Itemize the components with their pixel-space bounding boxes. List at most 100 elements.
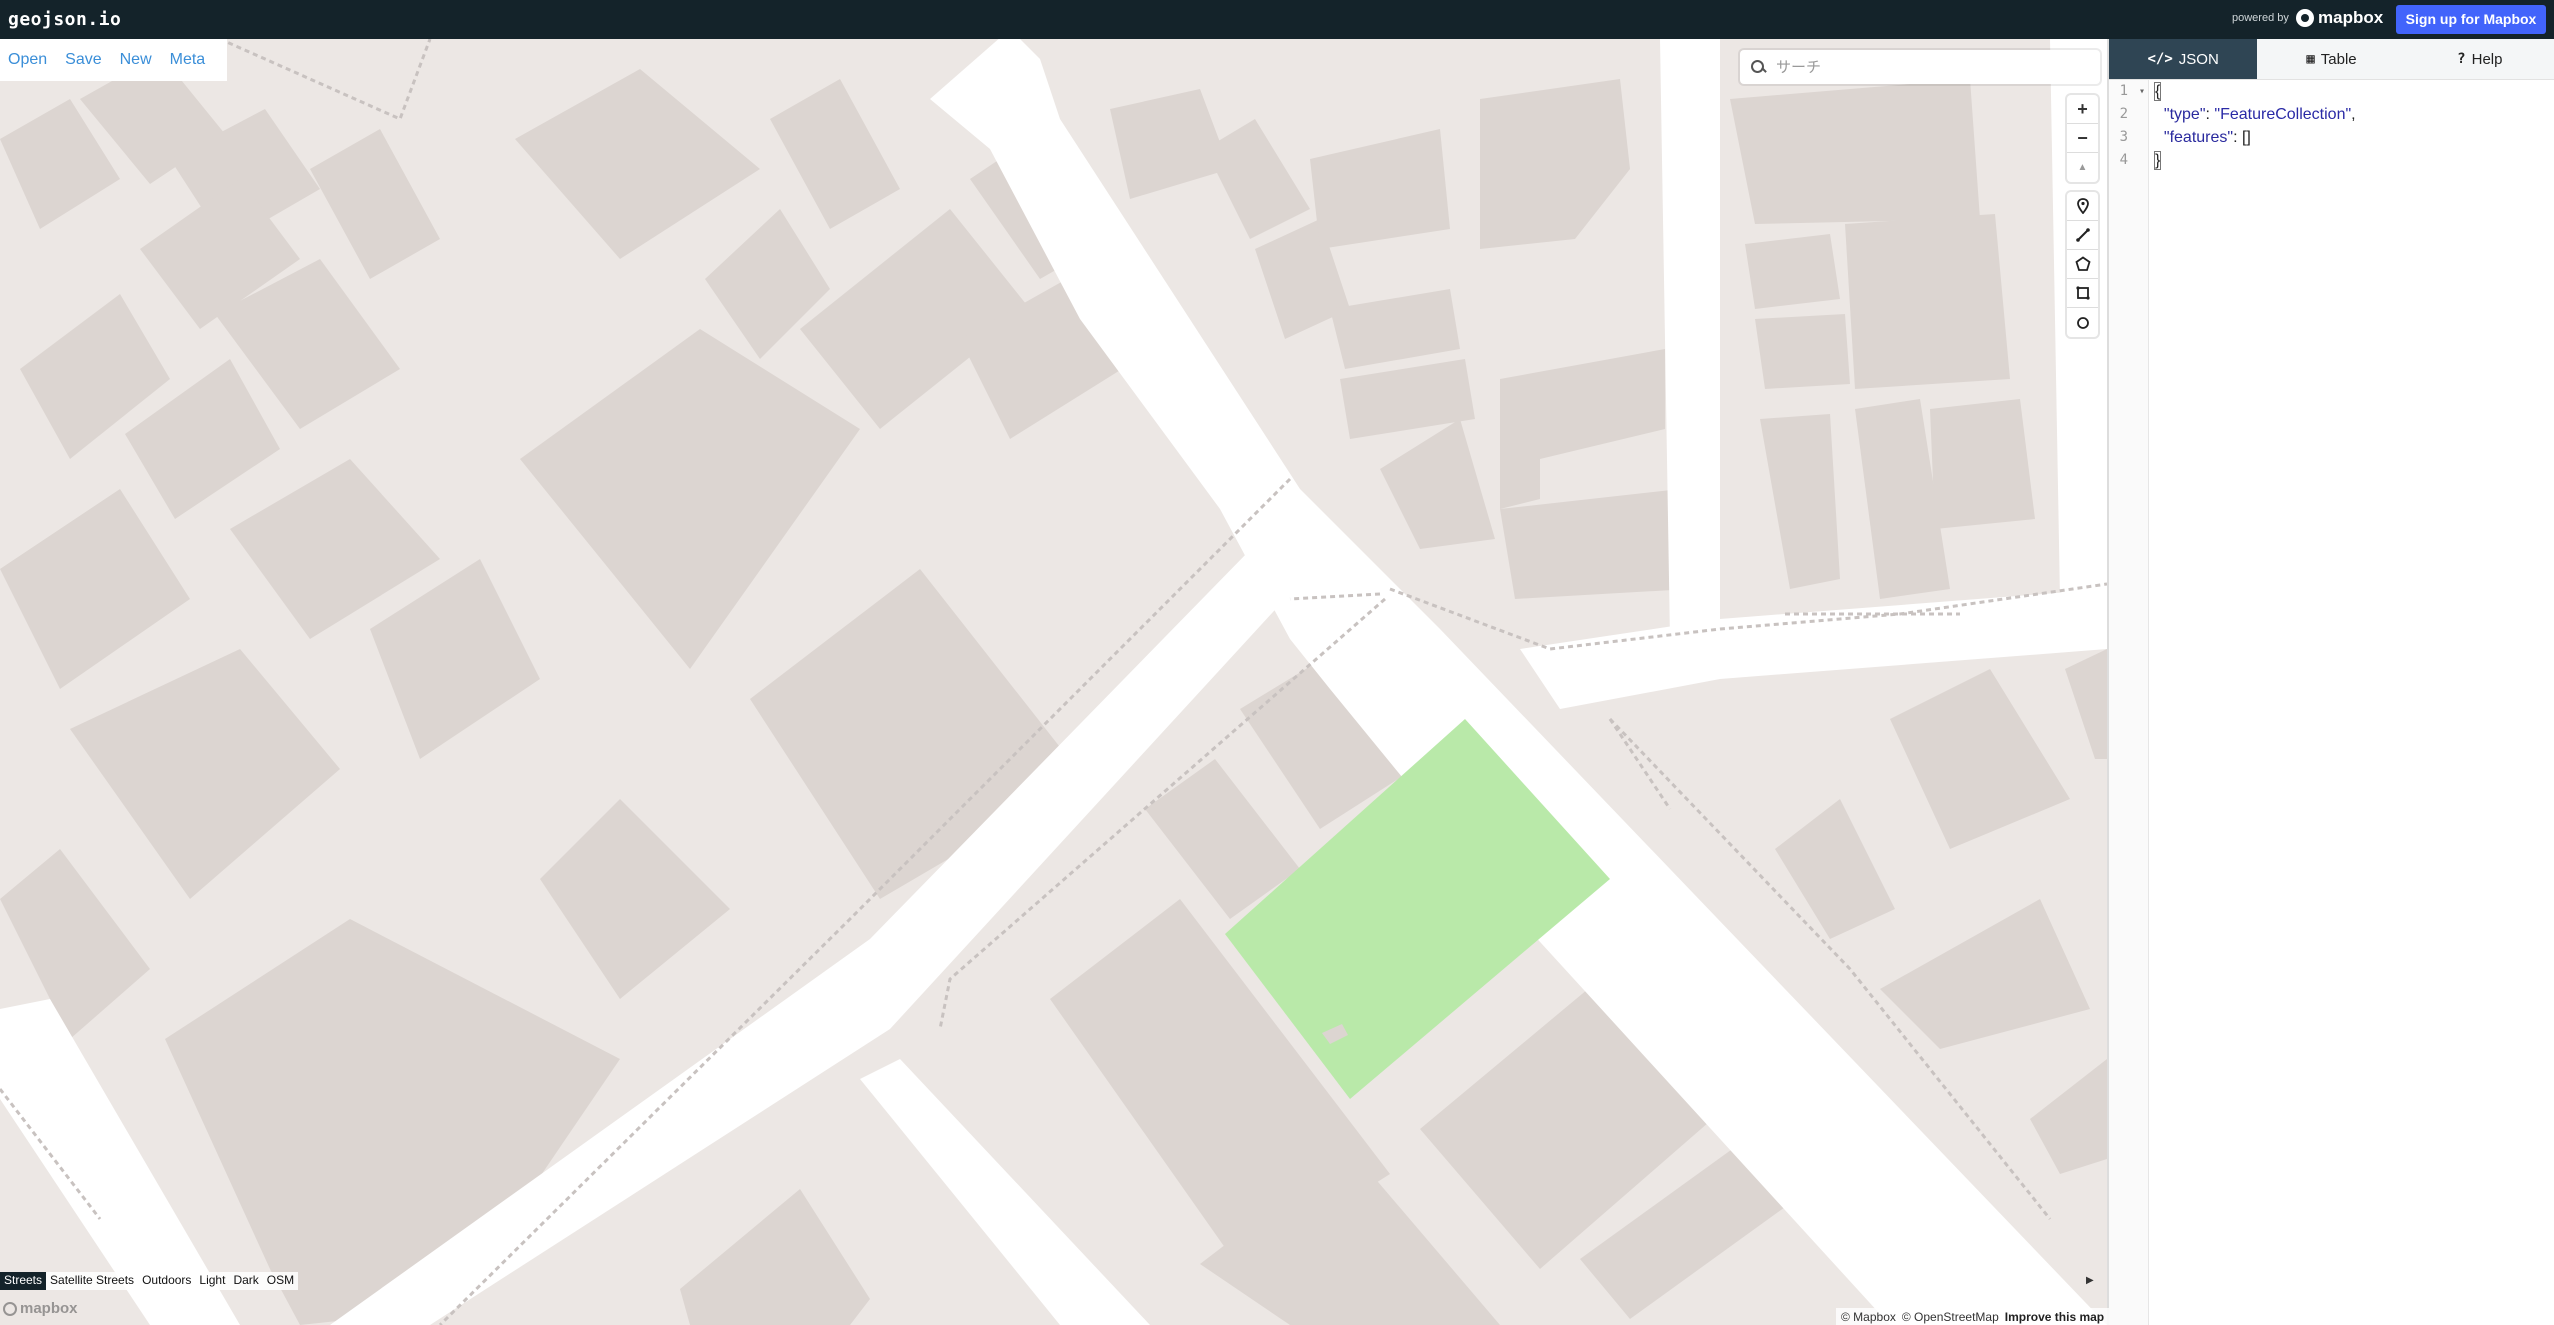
building	[515, 69, 760, 259]
json-editor[interactable]: 1 ▾ 2 3 4 { "type": "FeatureCollection", …	[2109, 80, 2554, 1325]
search-input[interactable]	[1776, 58, 2076, 76]
building	[520, 329, 860, 669]
draw-marker-button[interactable]	[2067, 192, 2098, 221]
line-number: 1 ▾	[2109, 80, 2148, 103]
draw-rectangle-button[interactable]	[2067, 279, 2098, 308]
building	[1205, 119, 1310, 239]
footpath	[1608, 718, 1672, 810]
help-icon: ?	[2457, 51, 2466, 67]
tab-help[interactable]: ? Help	[2406, 39, 2554, 79]
building	[1930, 399, 2035, 529]
mapbox-brand-label: mapbox	[2318, 8, 2384, 27]
building	[1775, 799, 1895, 939]
line-number: 4	[2119, 152, 2128, 168]
app-logo[interactable]: geojson.io	[8, 9, 121, 30]
code-line: "features": []	[2163, 129, 2251, 146]
tab-table-label: Table	[2320, 50, 2357, 68]
building	[1380, 419, 1495, 549]
circle-icon	[2076, 316, 2089, 329]
attribution-osm[interactable]: © OpenStreetMap	[1902, 1310, 1999, 1324]
building	[0, 489, 190, 689]
building	[1760, 414, 1840, 589]
file-menu: Open Save New Meta	[0, 39, 228, 81]
style-outdoors[interactable]: Outdoors	[138, 1272, 195, 1290]
code-content[interactable]: { "type": "FeatureCollection", "features…	[2153, 80, 2356, 172]
style-osm[interactable]: OSM	[263, 1272, 298, 1290]
table-icon: ▦	[2306, 51, 2315, 67]
code-icon: </>	[2147, 51, 2173, 67]
fold-arrow-icon[interactable]: ▾	[2139, 80, 2145, 103]
line-icon	[2075, 228, 2090, 242]
building	[310, 129, 440, 279]
map-canvas[interactable]	[0, 39, 2107, 1325]
map-search	[1740, 50, 2100, 84]
style-satellite-streets[interactable]: Satellite Streets	[46, 1272, 138, 1290]
menu-new[interactable]: New	[118, 51, 162, 69]
rectangle-icon	[2075, 286, 2090, 300]
marker-icon	[2076, 198, 2089, 214]
building	[770, 79, 900, 229]
map-tiles	[0, 39, 2107, 1325]
north-road	[1660, 39, 1720, 639]
code-line: {	[2153, 82, 2162, 101]
improve-map-link[interactable]: Improve this map	[2005, 1310, 2104, 1324]
polygon-icon	[2074, 256, 2091, 271]
building	[2030, 1059, 2107, 1174]
menu-meta[interactable]: Meta	[168, 51, 216, 69]
building	[540, 799, 730, 999]
draw-polygon-button[interactable]	[2067, 250, 2098, 279]
mapbox-brand[interactable]: mapbox	[2296, 8, 2383, 28]
tab-help-label: Help	[2471, 50, 2503, 68]
menu-open[interactable]: Open	[6, 51, 57, 69]
map-attribution: © Mapbox © OpenStreetMap Improve this ma…	[1836, 1308, 2110, 1325]
mapbox-wordmark-label: mapbox	[20, 1300, 78, 1317]
top-bar: geojson.io powered by mapbox Sign up for…	[0, 0, 2554, 39]
mapbox-wordmark-icon	[3, 1301, 17, 1316]
line-number: 3	[2119, 129, 2128, 145]
building	[1310, 129, 1450, 249]
building	[680, 1189, 870, 1325]
powered-by-label: powered by	[2232, 12, 2289, 24]
tab-table[interactable]: ▦ Table	[2257, 39, 2405, 79]
building	[1110, 89, 1230, 199]
menu-save[interactable]: Save	[63, 51, 111, 69]
code-line: "type": "FeatureCollection",	[2163, 106, 2356, 123]
line-number: 2	[2119, 106, 2128, 122]
building	[1745, 234, 1840, 309]
collapse-pane-arrow-icon[interactable]: ▶	[2086, 1275, 2094, 1286]
zoom-controls: + − ▲	[2067, 95, 2098, 182]
mapbox-wordmark[interactable]: mapbox	[3, 1300, 78, 1317]
building	[1730, 79, 1980, 224]
attribution-mapbox[interactable]: © Mapbox	[1841, 1310, 1896, 1324]
compass-button[interactable]: ▲	[2067, 153, 2098, 182]
building	[165, 919, 620, 1325]
mapbox-logo-icon	[2296, 9, 2314, 27]
tab-json-label: JSON	[2178, 50, 2219, 68]
map-style-switcher: Streets Satellite Streets Outdoors Light…	[0, 1272, 299, 1290]
signup-button[interactable]: Sign up for Mapbox	[2396, 5, 2546, 34]
building	[1500, 349, 1665, 509]
style-light[interactable]: Light	[195, 1272, 229, 1290]
building	[1880, 899, 2090, 1049]
style-streets[interactable]: Streets	[0, 1272, 47, 1290]
building	[1330, 289, 1460, 369]
east-road	[1520, 589, 2107, 709]
building	[1890, 669, 2070, 849]
building	[370, 559, 540, 759]
building	[1500, 489, 1690, 599]
tab-json[interactable]: </> JSON	[2109, 39, 2258, 79]
draw-circle-button[interactable]	[2067, 308, 2098, 337]
zoom-out-button[interactable]: −	[2067, 124, 2098, 153]
building	[1480, 79, 1630, 249]
building	[1845, 214, 2010, 389]
draw-line-button[interactable]	[2067, 221, 2098, 250]
side-road	[860, 1059, 1150, 1325]
style-dark[interactable]: Dark	[229, 1272, 262, 1290]
line-gutter: 1 ▾ 2 3 4	[2109, 80, 2149, 1325]
pane-tabs: </> JSON ▦ Table ? Help	[2109, 39, 2554, 80]
footpath	[219, 39, 432, 122]
building	[2065, 649, 2107, 759]
building	[1755, 314, 1850, 389]
search-icon	[1750, 59, 1766, 75]
zoom-in-button[interactable]: +	[2067, 95, 2098, 124]
